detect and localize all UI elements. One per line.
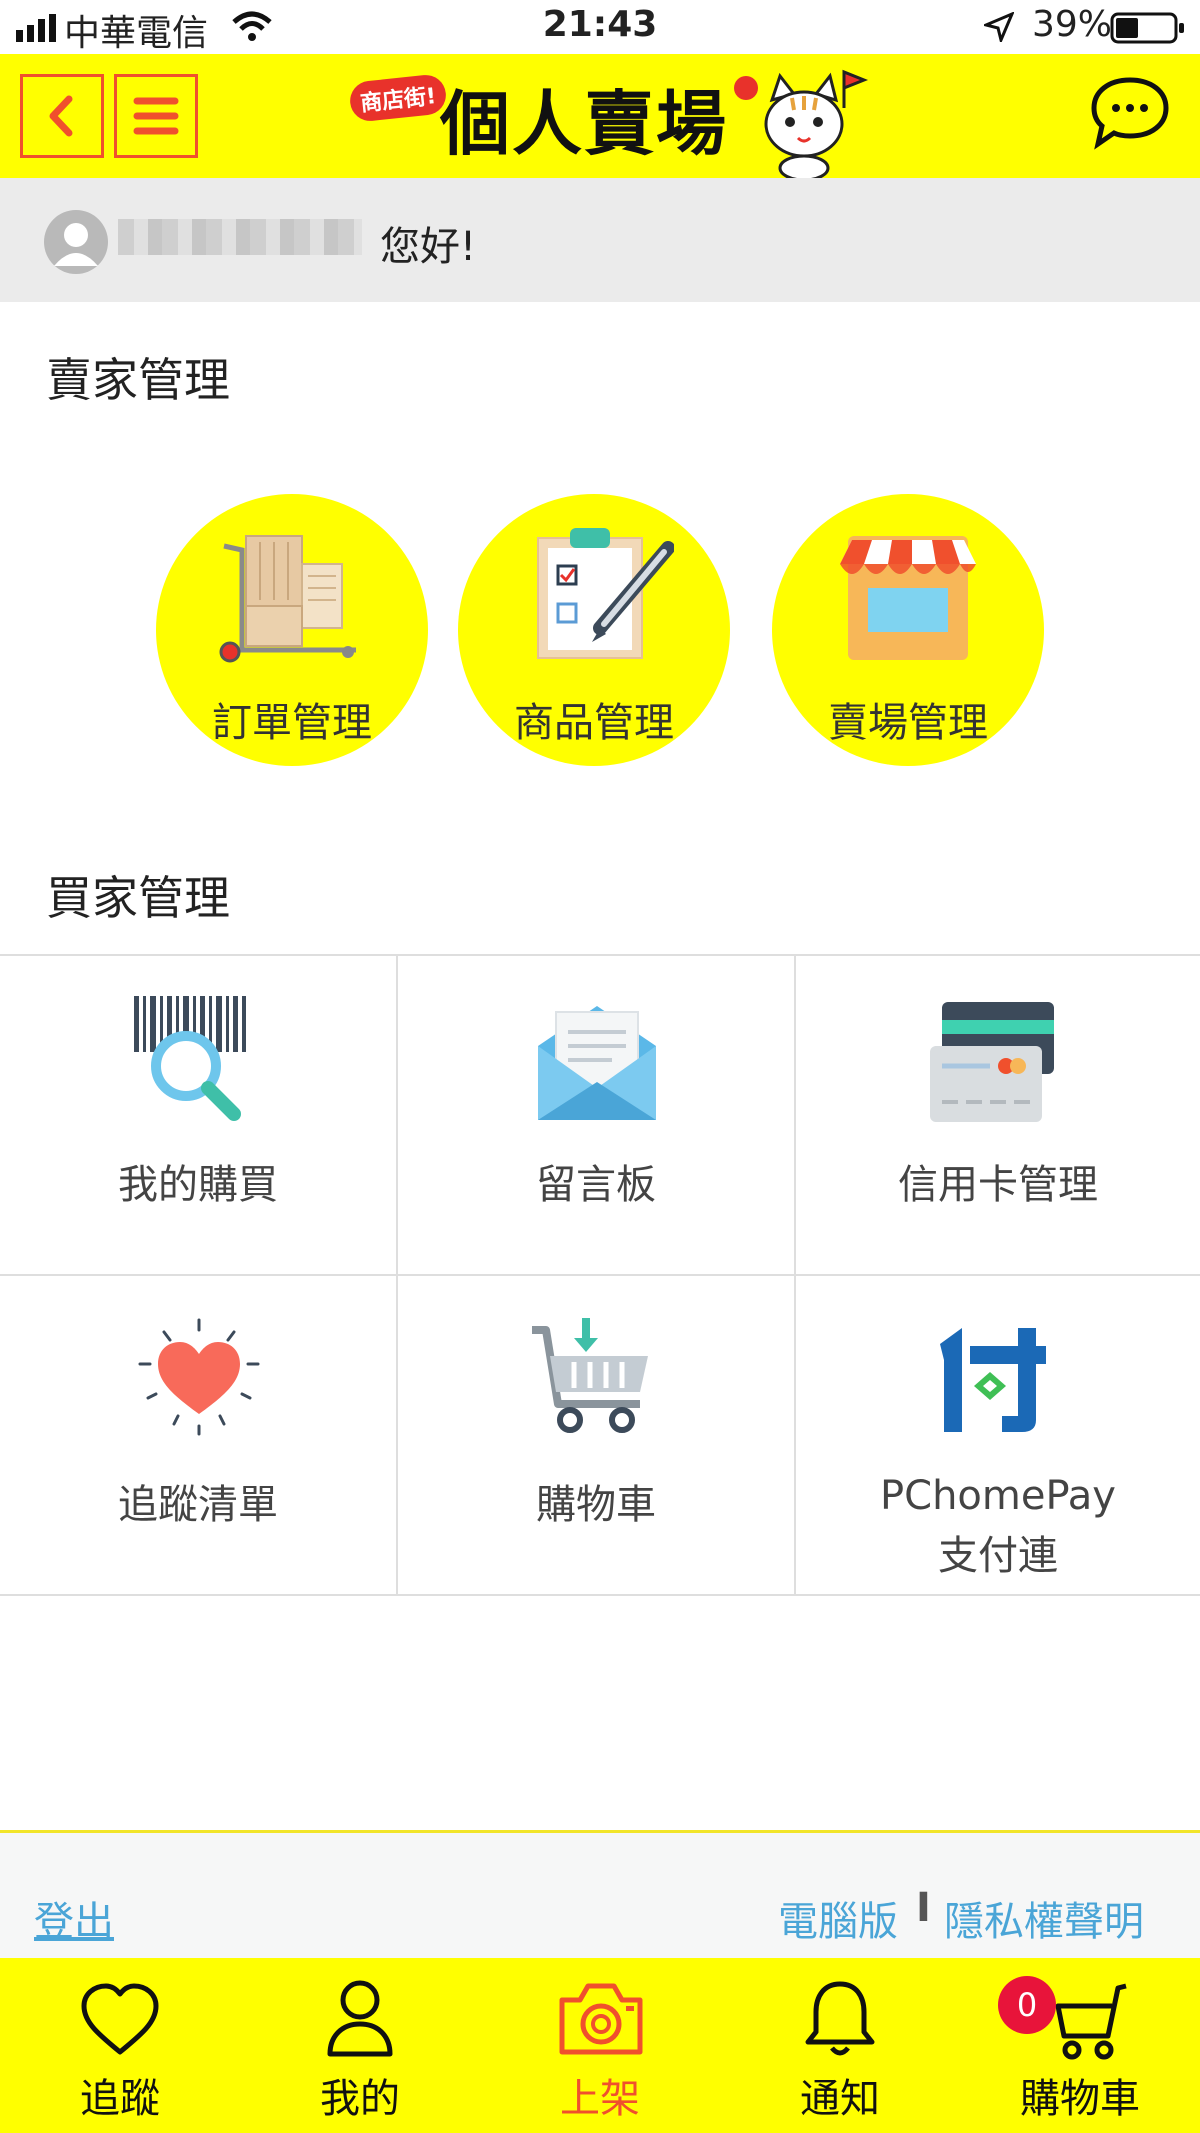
camera-icon bbox=[559, 1983, 643, 2055]
storefront-icon bbox=[840, 536, 976, 660]
tracking-list-button[interactable]: 追蹤清單 bbox=[0, 1276, 398, 1596]
clipboard-pen-icon bbox=[537, 528, 674, 659]
desktop-version-link[interactable]: 電腦版 bbox=[778, 1889, 898, 1947]
back-button[interactable] bbox=[20, 74, 104, 158]
order-management-button[interactable]: 訂單管理 bbox=[156, 494, 428, 766]
logo-badge: 商店街! bbox=[348, 73, 448, 123]
avatar bbox=[44, 210, 108, 274]
battery-icon bbox=[1110, 12, 1184, 44]
message-board-label: 留言板 bbox=[536, 1162, 656, 1208]
tab-list-item-label: 上架 bbox=[560, 2076, 640, 2122]
buyer-section-title: 買家管理 bbox=[46, 871, 230, 925]
clock: 21:43 bbox=[542, 4, 658, 45]
credit-card-management-button[interactable]: 信用卡管理 bbox=[796, 956, 1200, 1276]
status-bar: 中華電信 21:43 39% bbox=[0, 0, 1200, 54]
menu-button[interactable] bbox=[114, 74, 198, 158]
footer-separator: I bbox=[916, 1885, 931, 1931]
my-purchases-label: 我的購買 bbox=[118, 1162, 278, 1208]
order-management-label: 訂單管理 bbox=[212, 700, 372, 746]
product-management-label: 商品管理 bbox=[514, 700, 674, 746]
message-board-button[interactable]: 留言板 bbox=[398, 956, 796, 1276]
cart-icon bbox=[532, 1318, 648, 1433]
bottom-tab-bar: 追蹤 我的 上架 通知 購物車 0 bbox=[0, 1958, 1200, 2133]
pchomepay-icon bbox=[940, 1328, 1046, 1432]
pchomepay-label-line2: 支付連 bbox=[938, 1533, 1058, 1579]
cart-count-badge: 0 bbox=[998, 1976, 1056, 2034]
tab-notifications[interactable]: 通知 bbox=[720, 1958, 960, 2133]
tab-cart-label: 購物車 bbox=[1020, 2076, 1140, 2122]
cart-outline-icon bbox=[1055, 1983, 1127, 2060]
person-icon bbox=[327, 1980, 393, 2057]
privacy-policy-link[interactable]: 隱私權聲明 bbox=[944, 1889, 1144, 1947]
seller-section-title: 賣家管理 bbox=[46, 353, 230, 407]
tab-mine-label: 我的 bbox=[320, 2076, 400, 2122]
tab-notifications-label: 通知 bbox=[800, 2076, 880, 2122]
app-header: 商店街! 個人賣場 bbox=[0, 54, 1200, 178]
envelope-icon bbox=[538, 1006, 656, 1120]
shopping-cart-label: 購物車 bbox=[536, 1482, 656, 1528]
store-management-label: 賣場管理 bbox=[828, 700, 988, 746]
product-management-button[interactable]: 商品管理 bbox=[458, 494, 730, 766]
tab-list-item[interactable]: 上架 bbox=[480, 1958, 720, 2133]
pchomepay-label-line1: PChomePay bbox=[880, 1473, 1116, 1519]
footer-links: 登出 電腦版 I 隱私權聲明 bbox=[0, 1830, 1200, 1961]
my-purchases-button[interactable]: 我的購買 bbox=[0, 956, 398, 1276]
credit-card-icon bbox=[930, 1002, 1054, 1122]
tab-follow-label: 追蹤 bbox=[80, 2076, 160, 2122]
battery-percent: 39% bbox=[1032, 4, 1113, 45]
tracking-list-label: 追蹤清單 bbox=[118, 1482, 278, 1528]
hamburger-icon bbox=[133, 97, 179, 135]
chat-bubble-icon[interactable] bbox=[1090, 74, 1170, 150]
greeting-text: 您好! bbox=[380, 224, 477, 270]
username-blurred bbox=[118, 219, 362, 255]
pchomepay-label: PChomePay 支付連 bbox=[796, 1466, 1200, 1586]
logo-title: 個人賣場 bbox=[440, 83, 728, 165]
logout-link[interactable]: 登出 bbox=[34, 1889, 114, 1947]
chevron-left-icon bbox=[49, 95, 73, 137]
heart-icon bbox=[138, 1318, 260, 1436]
store-management-button[interactable]: 賣場管理 bbox=[772, 494, 1044, 766]
shopping-cart-button[interactable]: 購物車 bbox=[398, 1276, 796, 1596]
tab-mine[interactable]: 我的 bbox=[240, 1958, 480, 2133]
barcode-search-icon bbox=[134, 996, 246, 1121]
credit-card-management-label: 信用卡管理 bbox=[898, 1162, 1098, 1208]
cat-mascot-icon bbox=[734, 69, 869, 178]
cart-boxes-icon bbox=[219, 535, 356, 663]
tab-cart[interactable]: 購物車 bbox=[960, 1958, 1200, 2133]
location-arrow-icon bbox=[984, 12, 1014, 42]
bell-icon bbox=[805, 1981, 875, 2056]
pchomepay-button[interactable]: PChomePay 支付連 bbox=[796, 1276, 1200, 1596]
greeting-bar: 您好! bbox=[0, 178, 1200, 302]
heart-outline-icon bbox=[81, 1983, 159, 2055]
tab-follow[interactable]: 追蹤 bbox=[0, 1958, 240, 2133]
